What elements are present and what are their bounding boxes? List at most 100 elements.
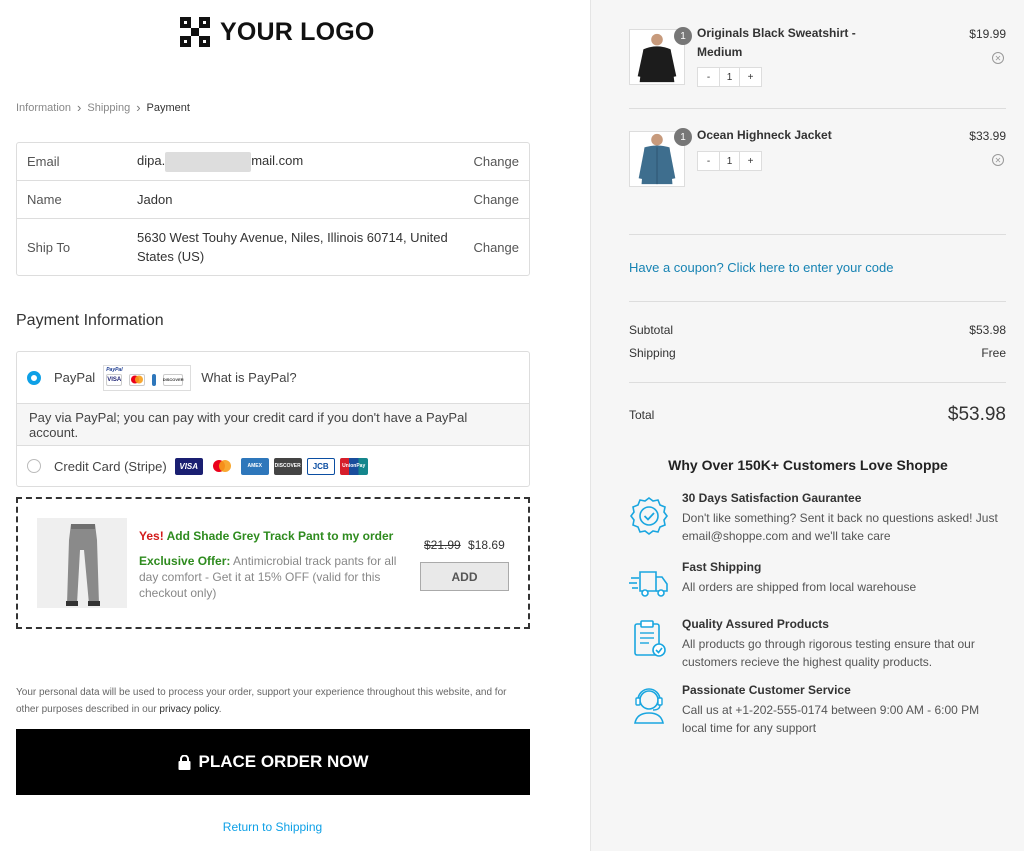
order-bump-price: $21.99 $18.69 — [424, 538, 505, 552]
order-summary-column: 1 Originals Black Sweatshirt - Medium $1… — [590, 0, 1024, 851]
benefit-text: Don't like something? Sent it back no qu… — [682, 511, 998, 543]
place-order-button[interactable]: PLACE ORDER NOW — [16, 729, 530, 795]
return-to-shipping-link[interactable]: Return to Shipping — [0, 820, 545, 834]
privacy-policy-link[interactable]: privacy policy — [159, 704, 218, 715]
divider — [629, 234, 1006, 235]
stripe-radio[interactable] — [27, 459, 41, 473]
increase-qty-button[interactable]: + — [740, 152, 761, 170]
increase-qty-button[interactable]: + — [740, 68, 761, 86]
benefit-item: 30 Days Satisfaction Gaurantee Don't lik… — [629, 491, 1006, 547]
benefit-text: Call us at +1-202-555-0174 between 9:00 … — [682, 703, 980, 735]
total-label: Total — [629, 408, 655, 422]
shipping-label: Shipping — [629, 346, 676, 360]
payment-section-title: Payment Information — [16, 312, 164, 329]
change-email-link[interactable]: Change — [459, 154, 529, 169]
cart-qty-badge: 1 — [674, 27, 692, 45]
quantity-stepper: - 1 + — [697, 67, 762, 87]
order-bump-description: Exclusive Offer: Antimicrobial track pan… — [139, 553, 399, 601]
amex-card-icon — [152, 373, 157, 386]
paypal-label[interactable]: PayPal — [54, 370, 95, 385]
review-row-name: Name Jadon Change — [17, 181, 529, 219]
unionpay-card-icon: UnionPay — [339, 457, 368, 475]
paypal-logo-text: PayPal — [106, 366, 123, 373]
benefit-item: Passionate Customer Service Call us at +… — [629, 683, 1006, 739]
stripe-label[interactable]: Credit Card (Stripe) — [54, 459, 167, 474]
cart-item-name: Originals Black Sweatshirt - Medium — [697, 26, 856, 59]
mastercard-icon — [129, 373, 146, 386]
review-label-email: Email — [27, 154, 60, 169]
old-price: $21.99 — [424, 538, 461, 552]
total-row: Total $53.98 — [629, 404, 1006, 426]
decrease-qty-button[interactable]: - — [698, 152, 719, 170]
what-is-paypal-link[interactable]: What is PayPal? — [201, 370, 296, 385]
privacy-period: . — [218, 704, 222, 715]
logo-mark-icon — [180, 17, 210, 47]
payment-option-stripe[interactable]: Credit Card (Stripe) VISA AMEX DISCOVER … — [17, 446, 529, 486]
change-ship-to-link[interactable]: Change — [459, 240, 529, 255]
payment-methods: PayPal PayPal VISA DISCOVER What is PayP… — [16, 351, 530, 487]
review-value-email: dipa. mail.com — [137, 151, 459, 172]
divider — [629, 108, 1006, 109]
cart-item: 1 Originals Black Sweatshirt - Medium $1… — [629, 26, 1006, 87]
total-value: $53.98 — [947, 404, 1006, 425]
review-value-ship-to: 5630 West Touhy Avenue, Niles, Illinois … — [137, 230, 448, 264]
shipping-value: Free — [981, 346, 1006, 360]
order-bump-yes: Yes! — [139, 529, 164, 543]
email-suffix: mail.com — [251, 153, 304, 169]
breadcrumb-shipping[interactable]: Shipping — [87, 102, 130, 114]
email-prefix: dipa. — [137, 153, 166, 169]
discover-card-icon: DISCOVER — [273, 457, 302, 475]
decrease-qty-button[interactable]: - — [698, 68, 719, 86]
paypal-radio[interactable] — [27, 370, 41, 385]
breadcrumb: Information › Shipping › Payment — [16, 100, 190, 115]
mastercard-circles-icon — [131, 375, 144, 384]
quantity-stepper: - 1 + — [697, 151, 762, 171]
subtotal-row: Subtotal $53.98 — [629, 323, 1006, 337]
privacy-notice: Your personal data will be used to proce… — [16, 684, 530, 718]
order-bump-add-button[interactable]: ADD — [420, 562, 509, 591]
email-redacted — [165, 151, 252, 172]
visa-card-icon: VISA — [106, 373, 123, 386]
change-name-link[interactable]: Change — [459, 192, 529, 207]
coupon-link[interactable]: Have a coupon? Click here to enter your … — [629, 260, 894, 275]
checkout-form-column: YOUR LOGO Information › Shipping › Payme… — [0, 0, 590, 851]
discover-card-icon: DISCOVER — [163, 373, 184, 386]
order-bump-title: Yes! Add Shade Grey Track Pant to my ord… — [139, 529, 393, 543]
exclusive-offer-label: Exclusive Offer: — [139, 554, 231, 568]
qty-value[interactable]: 1 — [719, 68, 740, 86]
paypal-description: Pay via PayPal; you can pay with your cr… — [17, 404, 529, 446]
jcb-card-icon: JCB — [306, 457, 335, 475]
paypal-cards-logo: PayPal VISA DISCOVER — [103, 364, 192, 391]
remove-item-icon[interactable]: ✕ — [992, 52, 1004, 64]
qty-value[interactable]: 1 — [719, 152, 740, 170]
divider — [629, 301, 1006, 302]
payment-option-paypal[interactable]: PayPal PayPal VISA DISCOVER What is PayP… — [17, 352, 529, 404]
clipboard-check-icon — [634, 620, 666, 657]
place-order-label: PLACE ORDER NOW — [198, 752, 369, 771]
benefit-title: Passionate Customer Service — [682, 683, 851, 697]
breadcrumb-information[interactable]: Information — [16, 102, 71, 114]
logo[interactable]: YOUR LOGO — [180, 17, 375, 47]
cart-item-name: Ocean Highneck Jacket — [697, 128, 832, 142]
review-row-ship-to: Ship To 5630 West Touhy Avenue, Niles, I… — [17, 219, 529, 275]
logo-text: YOUR LOGO — [220, 17, 375, 46]
shipping-row: Shipping Free — [629, 346, 1006, 360]
paypal-card-icons: VISA DISCOVER — [106, 373, 188, 386]
benefit-title: Quality Assured Products — [682, 617, 829, 631]
subtotal-value: $53.98 — [969, 323, 1006, 337]
support-agent-icon — [634, 688, 664, 724]
review-row-email: Email dipa. mail.com Change — [17, 143, 529, 181]
review-label-ship-to: Ship To — [27, 239, 71, 255]
breadcrumb-payment: Payment — [146, 101, 190, 114]
benefit-item: Fast Shipping All orders are shipped fro… — [629, 560, 1006, 600]
badge-check-icon — [630, 497, 668, 535]
why-customers-title: Why Over 150K+ Customers Love Shoppe — [668, 457, 948, 473]
mastercard-circles-icon — [212, 460, 231, 472]
divider — [629, 382, 1006, 383]
remove-item-icon[interactable]: ✕ — [992, 154, 1004, 166]
subtotal-label: Subtotal — [629, 323, 674, 337]
mastercard-icon — [207, 457, 236, 475]
benefit-item: Quality Assured Products All products go… — [629, 617, 1006, 673]
cart-item-price: $33.99 — [969, 129, 1006, 143]
benefit-title: Fast Shipping — [682, 560, 762, 574]
